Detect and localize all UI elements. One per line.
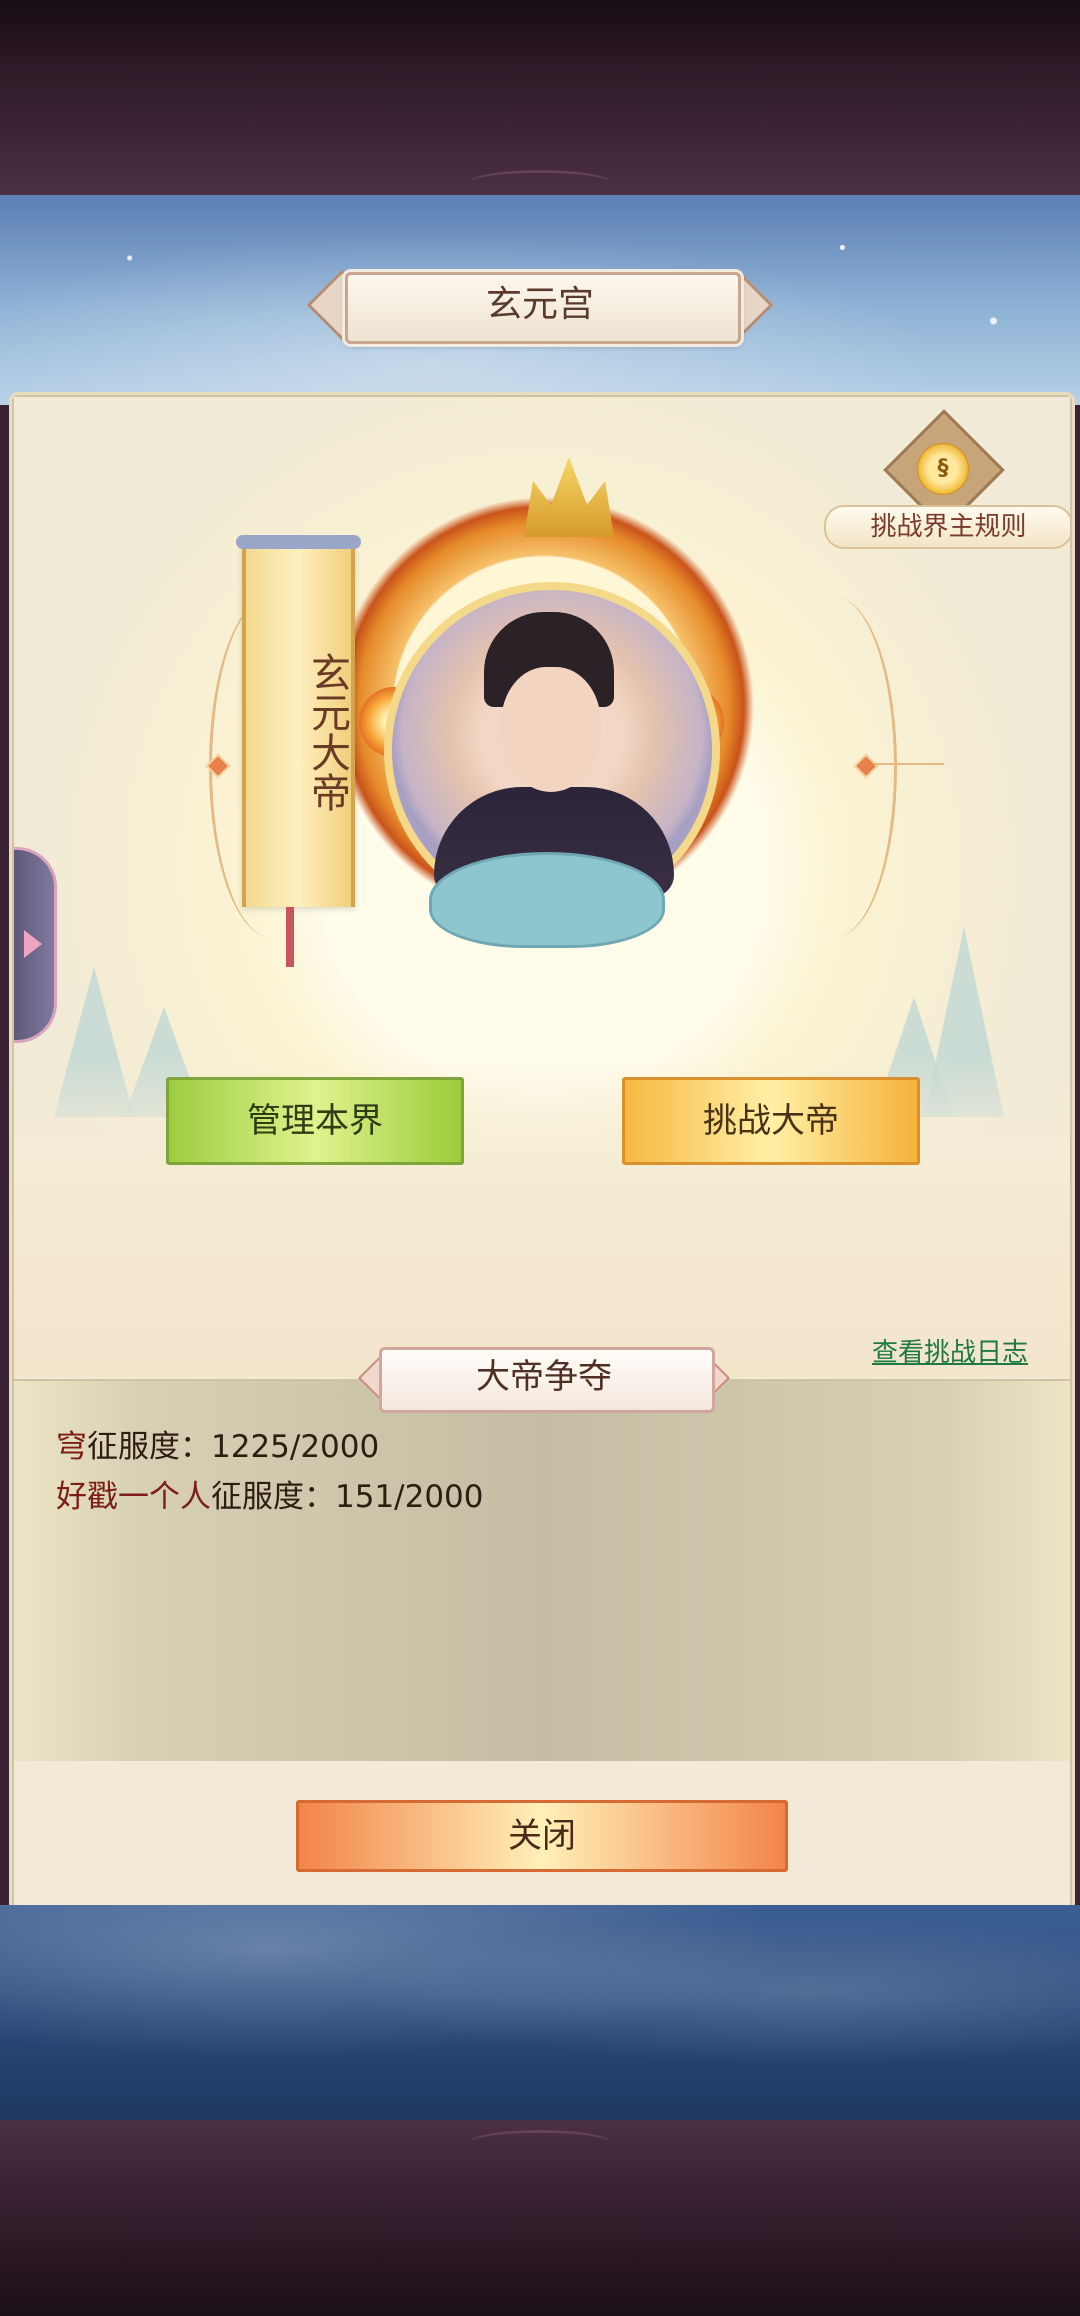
section-title: 大帝争夺 — [476, 1357, 612, 1397]
side-expand-tab[interactable] — [14, 847, 57, 1043]
rules-label[interactable]: 挑战界主规则 — [824, 505, 1070, 549]
challenge-emperor-button[interactable]: 挑战大帝 — [622, 1077, 920, 1165]
arc-right — [774, 597, 897, 937]
contest-line-2: 好戳一个人征服度：151/2000 — [56, 1471, 484, 1516]
bottom-frame-band — [0, 2120, 1080, 2316]
emperor-face — [501, 667, 601, 792]
chevron-right-icon — [24, 930, 42, 958]
player-name: 好戳一个人 — [56, 1479, 211, 1515]
crown-icon — [524, 457, 614, 537]
title-plaque: 玄元宫 — [305, 269, 775, 344]
emperor-name: 玄元大帝 — [304, 652, 350, 812]
palace-panel: 玄元大帝 § 挑战界主规则 管理本界 挑战大帝 穹征服度：1225/2000 好… — [12, 395, 1072, 1909]
emperor-name-banner: 玄元大帝 — [236, 535, 361, 907]
conquest-value: 征服度：1225/2000 — [87, 1429, 380, 1465]
line-right — [874, 763, 944, 765]
contest-line-1: 穹征服度：1225/2000 — [56, 1421, 379, 1466]
top-frame-band — [0, 0, 1080, 195]
starry-sky-bottom — [0, 1905, 1080, 2120]
contest-info-area: 穹征服度：1225/2000 好戳一个人征服度：151/2000 — [14, 1379, 1070, 1761]
scroll-rules-icon: § — [917, 443, 969, 495]
manage-realm-button[interactable]: 管理本界 — [166, 1077, 464, 1165]
hero-area: 玄元大帝 § 挑战界主规则 管理本界 挑战大帝 — [14, 397, 1070, 1377]
top-ornament — [470, 170, 610, 195]
section-header: 大帝争夺 — [357, 1347, 731, 1413]
conquest-value: 征服度：151/2000 — [211, 1479, 484, 1515]
bottom-ornament — [470, 2130, 610, 2155]
close-button[interactable]: 关闭 — [296, 1800, 788, 1872]
banner-tassel — [286, 907, 294, 967]
dialog-title: 玄元宫 — [485, 284, 594, 325]
player-name: 穹 — [56, 1429, 87, 1465]
lotus-base — [429, 852, 665, 948]
view-challenge-log-link[interactable]: 查看挑战日志 — [872, 1332, 1028, 1369]
